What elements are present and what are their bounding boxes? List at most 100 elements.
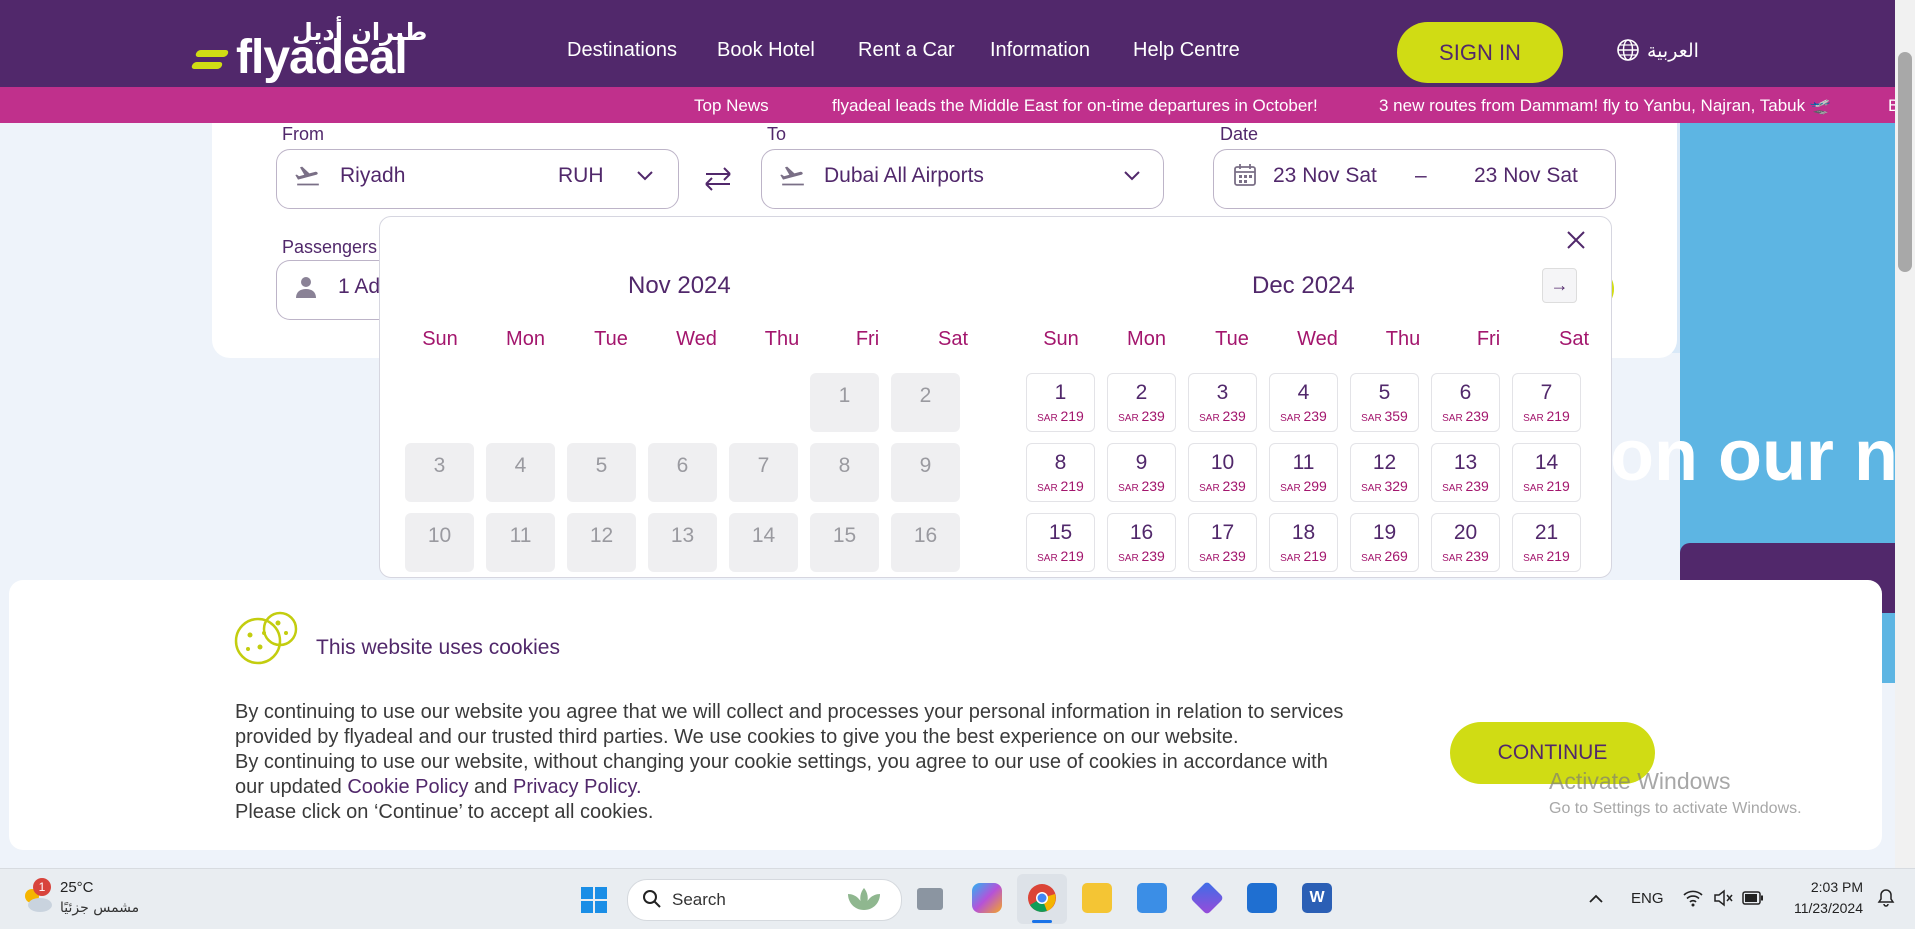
cookie-policy-link[interactable]: Cookie Policy xyxy=(347,776,468,798)
calendar-day[interactable]: 13 SAR 239 xyxy=(1431,443,1500,502)
chevron-up-icon[interactable] xyxy=(1588,892,1604,904)
calendar-day[interactable]: 16 SAR 239 xyxy=(1107,513,1176,572)
day-number: 6 xyxy=(1459,381,1472,404)
calendar-day[interactable]: 19 SAR 269 xyxy=(1350,513,1419,572)
weather-temp[interactable]: 25°C xyxy=(60,879,94,896)
nav-help-centre[interactable]: Help Centre xyxy=(1133,39,1240,62)
sign-in-button[interactable]: SIGN IN xyxy=(1397,22,1563,83)
person-icon xyxy=(296,277,316,298)
file-explorer-icon[interactable] xyxy=(1082,883,1112,913)
scrollbar-thumb[interactable] xyxy=(1898,52,1912,272)
calendar-day[interactable]: 12 SAR 329 xyxy=(1350,443,1419,502)
from-label: From xyxy=(282,124,324,144)
weekday-label: Sat xyxy=(1558,328,1590,350)
currency-label: SAR xyxy=(1037,553,1061,564)
calendar-day[interactable]: 3 SAR 239 xyxy=(1188,373,1257,432)
swap-icon[interactable] xyxy=(702,164,734,194)
privacy-policy-link[interactable]: Privacy Policy xyxy=(513,776,636,798)
currency-label: SAR xyxy=(1199,413,1223,424)
arrow-right-icon[interactable]: → xyxy=(1542,268,1577,303)
clock-date[interactable]: 11/23/2024 xyxy=(1778,900,1863,916)
weekday-label: Sun xyxy=(1043,328,1079,350)
day-number: 19 xyxy=(1372,521,1397,544)
input-language[interactable]: ENG xyxy=(1631,890,1664,907)
day-price: SAR 239 xyxy=(1442,548,1489,564)
calendar-day-disabled: 9 xyxy=(891,443,960,502)
date-to: 23 Nov Sat xyxy=(1474,164,1578,187)
calendar-day[interactable]: 5 SAR 359 xyxy=(1350,373,1419,432)
chevron-down-icon[interactable] xyxy=(1123,170,1141,182)
chevron-down-icon[interactable] xyxy=(636,170,654,182)
day-number: 18 xyxy=(1291,521,1316,544)
calendar-day-disabled: 4 xyxy=(486,443,555,502)
calendar-day[interactable]: 14 SAR 219 xyxy=(1512,443,1581,502)
day-price: SAR 239 xyxy=(1280,408,1327,424)
day-price: SAR 219 xyxy=(1037,548,1084,564)
ticker-item[interactable]: 3 new routes from Dammam! fly to Yanbu, … xyxy=(1379,96,1831,116)
copilot-icon[interactable] xyxy=(972,883,1002,913)
currency-label: SAR xyxy=(1037,483,1061,494)
calendar-day[interactable]: 1 SAR 219 xyxy=(1026,373,1095,432)
day-number: 13 xyxy=(1453,451,1478,474)
calendar-day-disabled: 10 xyxy=(405,513,474,572)
word-icon[interactable]: W xyxy=(1302,883,1332,913)
logo-wordmark[interactable]: flyadeal xyxy=(236,34,408,82)
day-price: SAR 299 xyxy=(1280,478,1327,494)
calendar-day[interactable]: 15 SAR 219 xyxy=(1026,513,1095,572)
day-number: 16 xyxy=(1129,521,1154,544)
calendar-day[interactable]: 7 SAR 219 xyxy=(1512,373,1581,432)
battery-icon[interactable] xyxy=(1742,891,1764,905)
day-price: SAR 239 xyxy=(1199,478,1246,494)
microsoft-store-icon[interactable] xyxy=(1137,883,1167,913)
calendar-day[interactable]: 11 SAR 299 xyxy=(1269,443,1338,502)
calendar-day[interactable]: 8 SAR 219 xyxy=(1026,443,1095,502)
weekday-label: Tue xyxy=(594,328,628,350)
nav-destinations[interactable]: Destinations xyxy=(567,39,677,62)
calendar-day[interactable]: 17 SAR 239 xyxy=(1188,513,1257,572)
language-switch[interactable]: العربية xyxy=(1647,40,1699,62)
plane-takeoff-icon xyxy=(295,166,319,186)
cookie-text-links: our updated Cookie Policy and Privacy Po… xyxy=(235,776,642,799)
wifi-icon[interactable] xyxy=(1683,889,1703,907)
calendar-day[interactable]: 6 SAR 239 xyxy=(1431,373,1500,432)
currency-label: SAR xyxy=(1361,553,1385,564)
windows-start-icon[interactable] xyxy=(580,886,608,914)
currency-label: SAR xyxy=(1523,413,1547,424)
day-number: 21 xyxy=(1534,521,1559,544)
day-number: 15 xyxy=(1048,521,1073,544)
calendar-day[interactable]: 21 SAR 219 xyxy=(1512,513,1581,572)
weekday-label: Sat xyxy=(937,328,969,350)
cookie-text: By continuing to use our website, withou… xyxy=(235,751,1328,773)
calendar-day[interactable]: 9 SAR 239 xyxy=(1107,443,1176,502)
nav-book-hotel[interactable]: Book Hotel xyxy=(717,39,815,62)
cookie-text: provided by flyadeal and our trusted thi… xyxy=(235,726,1239,748)
nav-rent-a-car[interactable]: Rent a Car xyxy=(858,39,955,62)
mail-icon[interactable] xyxy=(1247,883,1277,913)
volume-muted-icon[interactable] xyxy=(1713,889,1733,907)
logo-mark-icon[interactable] xyxy=(190,50,230,72)
from-field[interactable] xyxy=(276,149,679,209)
cookie-text: our updated xyxy=(235,776,348,798)
currency-label: SAR xyxy=(1199,553,1223,564)
notification-bell-icon[interactable] xyxy=(1876,888,1896,908)
globe-icon[interactable] xyxy=(1616,38,1640,62)
nav-information[interactable]: Information xyxy=(990,39,1090,62)
clock-time[interactable]: 2:03 PM xyxy=(1805,879,1863,895)
calendar-day[interactable]: 20 SAR 239 xyxy=(1431,513,1500,572)
calendar-day[interactable]: 18 SAR 219 xyxy=(1269,513,1338,572)
currency-label: SAR xyxy=(1118,553,1142,564)
calendar-day[interactable]: 10 SAR 239 xyxy=(1188,443,1257,502)
chrome-icon[interactable] xyxy=(1027,883,1057,913)
calendar-day[interactable]: 4 SAR 239 xyxy=(1269,373,1338,432)
close-icon[interactable] xyxy=(1565,229,1587,251)
task-view-icon[interactable] xyxy=(917,888,943,910)
active-app-indicator xyxy=(1032,920,1052,923)
cookie-text: By continuing to use our website you agr… xyxy=(235,701,1344,723)
day-price: SAR 219 xyxy=(1280,548,1327,564)
day-price: SAR 219 xyxy=(1523,408,1570,424)
calendar-day[interactable]: 2 SAR 239 xyxy=(1107,373,1176,432)
currency-label: SAR xyxy=(1037,413,1061,424)
ticker-item[interactable]: flyadeal leads the Middle East for on-ti… xyxy=(832,96,1318,116)
weekday-label: Sun xyxy=(422,328,458,350)
calendar-day-disabled: 5 xyxy=(567,443,636,502)
